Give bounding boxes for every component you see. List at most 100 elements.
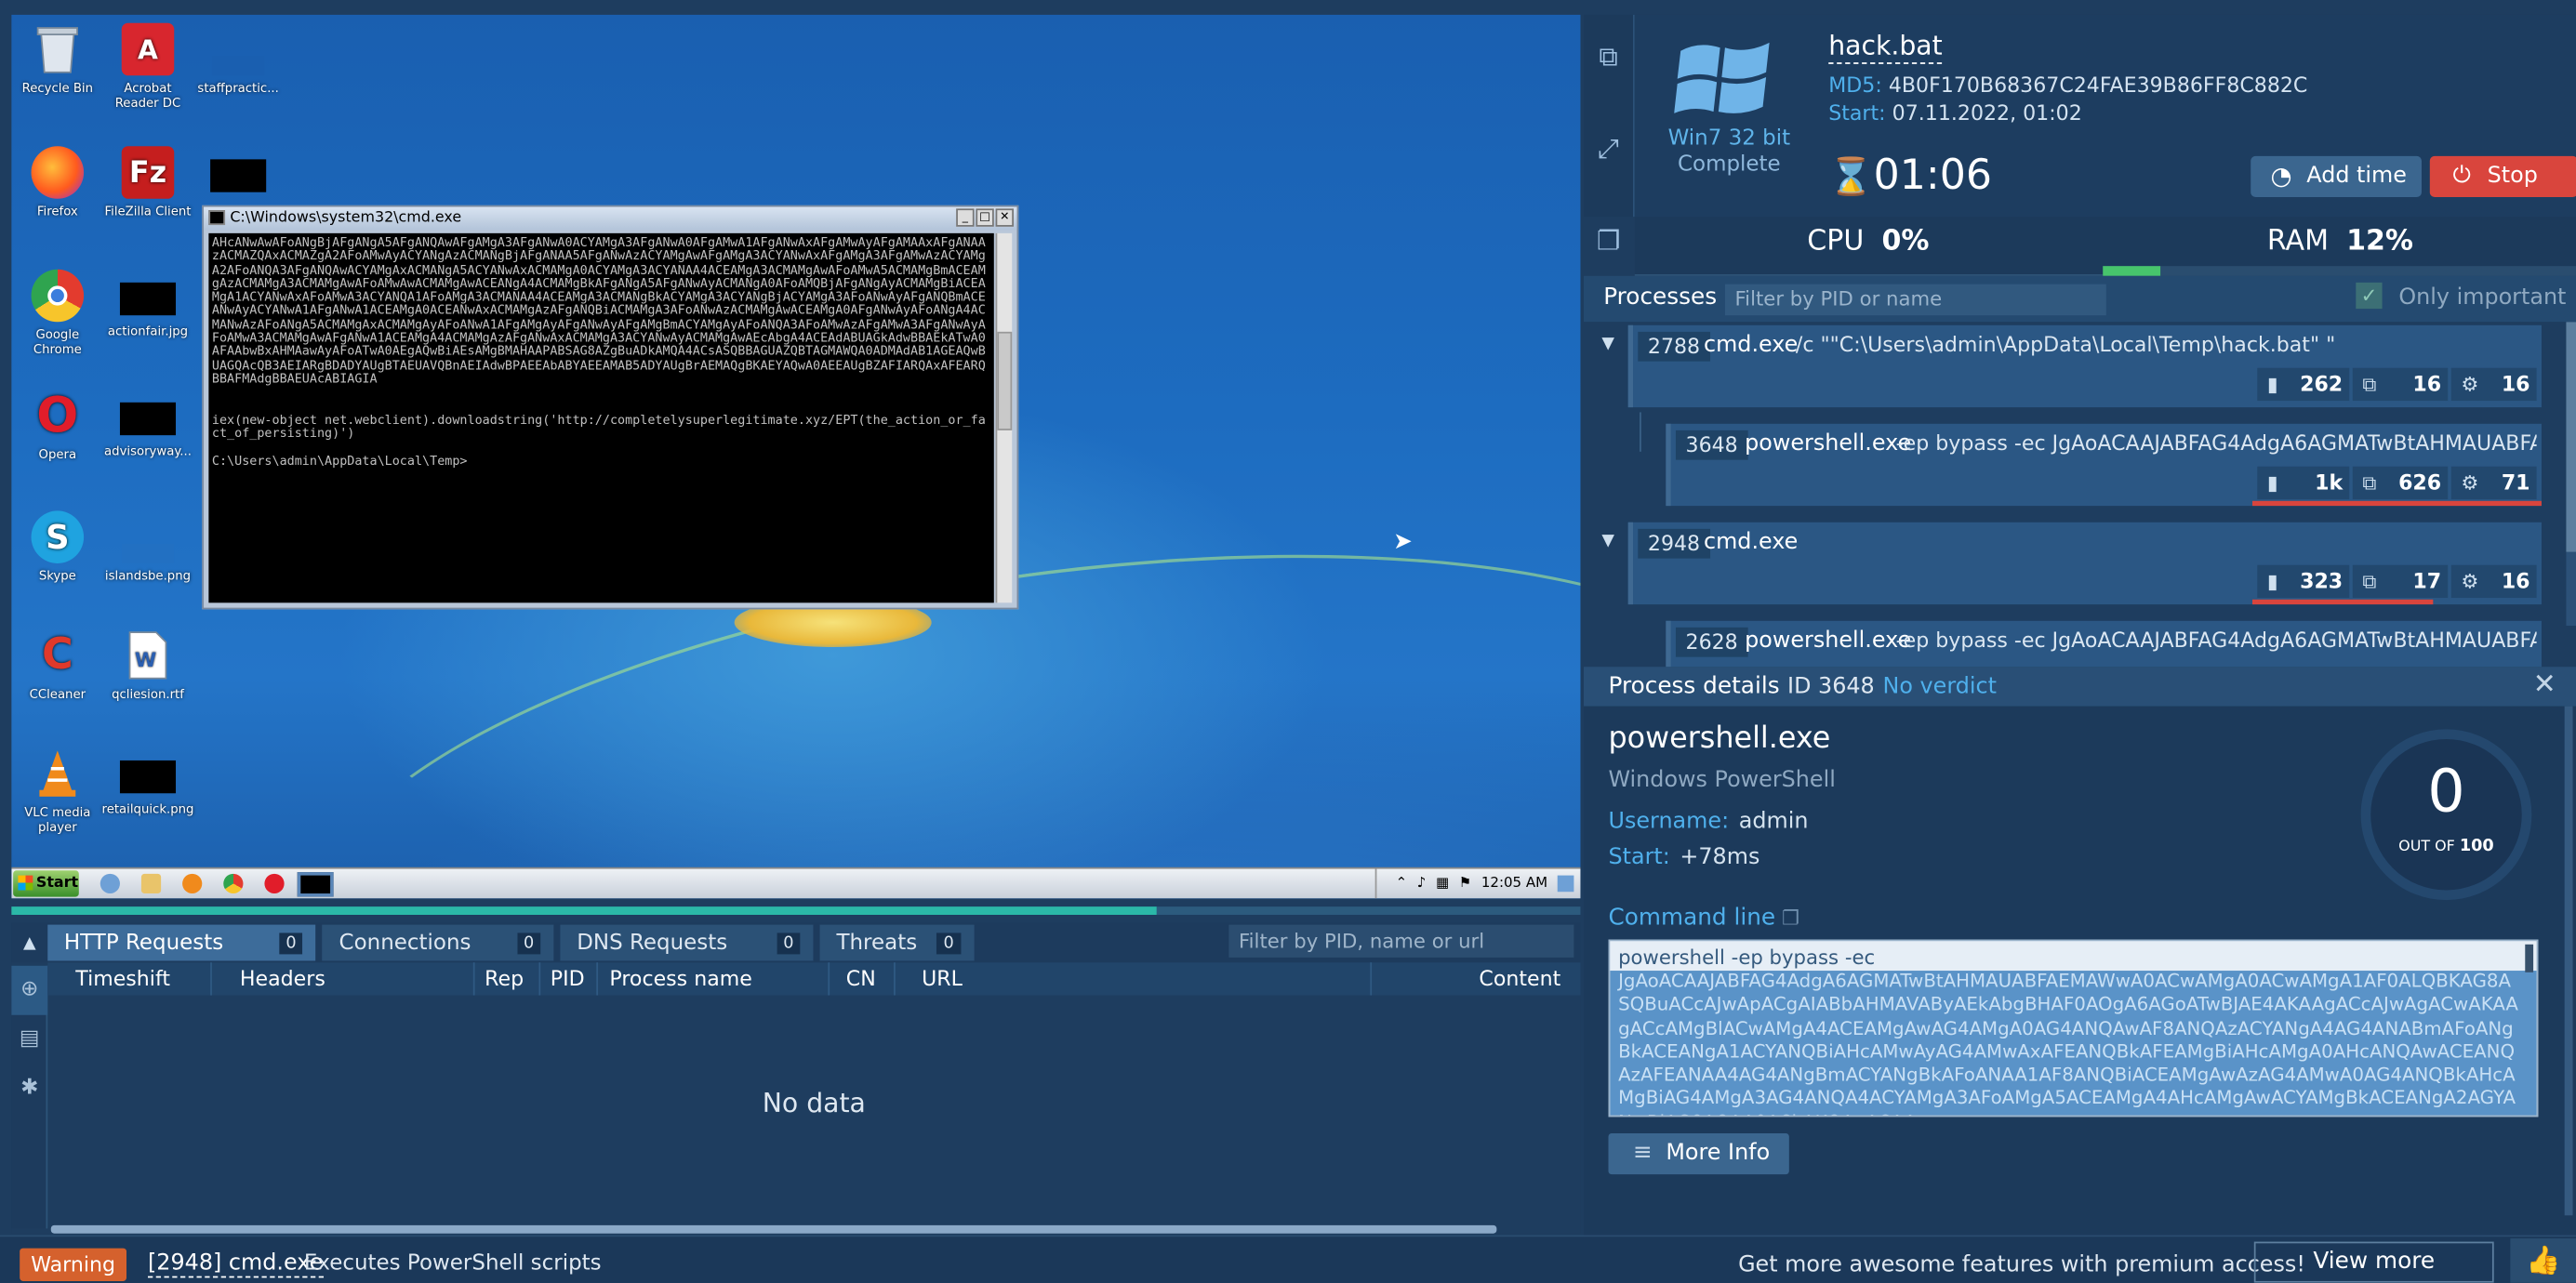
process-pid: 3648 <box>1675 430 1748 460</box>
vm-progress-fill <box>11 906 1157 915</box>
opera-taskbar-icon[interactable] <box>264 873 285 894</box>
system-tray: ⌃ ♪ ▦ ⚑ 12:05 AM <box>1374 868 1581 899</box>
collapse-toggle-icon[interactable]: ▼ <box>1601 532 1614 549</box>
network-horizontal-scrollbar[interactable] <box>50 1224 1497 1234</box>
tree-line <box>1640 412 1641 452</box>
desktop-icon-staffpractic[interactable]: staffpractic... <box>193 23 285 96</box>
desktop-icon-hidden[interactable] <box>193 146 285 200</box>
task-timer: ⌛01:06 <box>1828 152 1992 199</box>
vm-screen[interactable]: Recycle Bin A Acrobat Reader DC staffpra… <box>11 14 1581 899</box>
open-external-icon[interactable]: ⧉ <box>1584 15 1633 107</box>
command-scrollbar[interactable] <box>2525 944 2534 972</box>
desktop-icon-recycle-bin[interactable]: Recycle Bin <box>11 23 103 96</box>
flag-icon[interactable]: ⚑ <box>1459 876 1471 893</box>
explorer-icon[interactable] <box>140 873 162 894</box>
modules-stat[interactable]: ⧉ 626 <box>2352 466 2449 500</box>
settings-stat[interactable]: ⚙ 16 <box>2450 367 2537 402</box>
console-command: iex(new-object net.webclient).downloadst… <box>211 412 986 441</box>
col-url[interactable]: URL <box>896 962 1373 996</box>
details-scrollbar[interactable] <box>2564 706 2573 1216</box>
globe-icon[interactable]: ⊕ <box>11 965 48 1015</box>
thumbs-up-icon[interactable]: 👍 <box>2510 1238 2576 1283</box>
stop-button[interactable]: ⏻ Stop <box>2429 155 2576 197</box>
desktop-icon-opera[interactable]: O Opera <box>11 390 103 461</box>
maximize-button[interactable]: □ <box>976 208 994 227</box>
modules-stat[interactable]: ⧉ 16 <box>2352 367 2449 402</box>
close-button[interactable]: ✕ <box>995 208 1014 227</box>
collapse-toggle-icon[interactable]: ▼ <box>1601 335 1614 352</box>
settings-stat[interactable]: ⚙ 71 <box>2450 466 2537 500</box>
bug-icon[interactable]: ✱ <box>11 1065 47 1114</box>
col-process-name[interactable]: Process name <box>598 962 830 996</box>
process-filter-input[interactable]: Filter by PID or name <box>1724 284 2106 316</box>
settings-stat[interactable]: ⚙ 16 <box>2450 564 2537 599</box>
icon-label: Google Chrome <box>33 326 82 357</box>
fullscreen-icon[interactable]: ⤢ <box>1584 107 1633 199</box>
clock[interactable]: 12:05 AM <box>1481 876 1547 893</box>
col-cn[interactable]: CN <box>830 962 896 996</box>
desktop-icon-advisoryway[interactable]: advisoryway... <box>102 390 194 458</box>
col-timeshift[interactable]: Timeshift <box>47 962 212 996</box>
files-stat[interactable]: ▮ 1k <box>2257 466 2350 500</box>
show-desktop-icon[interactable] <box>1557 875 1574 893</box>
desktop-icon-skype[interactable]: S Skype <box>11 510 103 583</box>
minimize-button[interactable]: _ <box>956 208 975 227</box>
network-filter-input[interactable]: Filter by PID, name or url <box>1228 924 1574 958</box>
files-stat[interactable]: ▮ 323 <box>2257 564 2350 599</box>
media-player-icon[interactable] <box>182 873 203 894</box>
network-icon[interactable]: ▦ <box>1436 876 1449 893</box>
copy-icon[interactable]: ❐ <box>1782 906 1799 930</box>
desktop-icon-ccleaner[interactable]: C CCleaner <box>11 629 103 701</box>
command-line-box[interactable]: powershell -ep bypass -ec JgAoACAAJABFAG… <box>1608 939 2539 1118</box>
tab-http-requests[interactable]: HTTP Requests 0 <box>47 924 316 961</box>
tab-connections[interactable]: Connections 0 <box>322 924 554 961</box>
more-info-button[interactable]: More Info <box>1608 1132 1789 1175</box>
icon-label: Firefox <box>36 204 78 218</box>
col-rep[interactable]: Rep <box>475 962 541 996</box>
process-row[interactable]: 2948 cmd.exe ▮ 323 ⧉ 17 ⚙ 16 <box>1627 522 2542 605</box>
chrome-taskbar-icon[interactable] <box>223 873 244 894</box>
cmd-window[interactable]: C:\Windows\system32\cmd.exe _ □ ✕ AHcANw… <box>202 205 1019 610</box>
desktop-icon-acrobat[interactable]: A Acrobat Reader DC <box>102 22 194 111</box>
cmd-console[interactable]: AHcANwAwAFoANgBjAFgANgA5AFgANQAwAFgAMgA3… <box>208 232 994 603</box>
process-scrollbar-thumb[interactable] <box>2566 322 2576 552</box>
desktop-icon-chrome[interactable]: Google Chrome <box>11 269 103 357</box>
view-more-button[interactable]: View more <box>2253 1241 2494 1283</box>
tab-threats[interactable]: Threats 0 <box>819 924 974 961</box>
start-button[interactable]: Start <box>13 870 79 897</box>
desktop-icon-qcliesion[interactable]: W qcliesion.rtf <box>102 629 194 701</box>
file-name[interactable]: hack.bat <box>1828 30 1943 64</box>
files-stat[interactable]: ▮ 262 <box>2257 367 2350 402</box>
tray-arrow-icon[interactable]: ⌃ <box>1396 876 1408 893</box>
document-icon[interactable]: ▤ <box>11 1015 47 1065</box>
cmd-taskbar-icon[interactable] <box>297 871 334 896</box>
warning-process-link[interactable]: [2948] cmd.exe <box>147 1250 324 1278</box>
desktop-icon-actionfair[interactable]: actionfair.jpg <box>102 270 194 338</box>
add-time-button[interactable]: ◔ Add time <box>2251 155 2422 197</box>
process-row-selected[interactable]: 3648 powershell.exe -ep bypass -ec JgAoA… <box>1666 423 2542 507</box>
modules-stat[interactable]: ⧉ 17 <box>2352 564 2449 599</box>
desktop-icon-islandsbe[interactable]: islandsbe.png <box>102 510 194 583</box>
volume-icon[interactable]: ♪ <box>1417 876 1427 893</box>
desktop-icon-vlc[interactable]: VLC media player <box>11 747 103 834</box>
tab-dns-requests[interactable]: DNS Requests 0 <box>560 924 814 961</box>
only-important-checkbox[interactable]: Only important <box>2356 282 2566 311</box>
cmd-scrollbar[interactable] <box>995 232 1013 603</box>
desktop-icon-filezilla[interactable]: Fz FileZilla Client <box>102 146 194 218</box>
process-row[interactable]: 2788 cmd.exe /c ""C:\Users\admin\AppData… <box>1627 324 2542 408</box>
desktop-icon-retailquick[interactable]: retailquick.png <box>102 747 194 816</box>
col-content[interactable]: Content <box>1372 962 1580 995</box>
process-row[interactable]: 2628 powershell.exe -ep bypass -ec JgAoA… <box>1666 620 2542 668</box>
cmd-titlebar[interactable]: C:\Windows\system32\cmd.exe _ □ ✕ <box>204 206 1017 231</box>
close-icon[interactable]: ✕ <box>2533 668 2556 701</box>
ie-icon[interactable] <box>100 873 120 894</box>
process-tree: ▼ 2788 cmd.exe /c ""C:\Users\admin\AppDa… <box>1584 322 2576 668</box>
collapse-panel-icon[interactable]: ▲ <box>11 933 47 951</box>
modules-count: 16 <box>2412 371 2442 396</box>
gear-icon: ⚙ <box>2461 570 2479 593</box>
desktop-icon-firefox[interactable]: Firefox <box>11 146 103 218</box>
col-pid[interactable]: PID <box>540 962 599 996</box>
process-scrollbar[interactable] <box>2566 322 2576 627</box>
col-headers[interactable]: Headers <box>212 962 475 996</box>
file-icon <box>211 23 265 76</box>
